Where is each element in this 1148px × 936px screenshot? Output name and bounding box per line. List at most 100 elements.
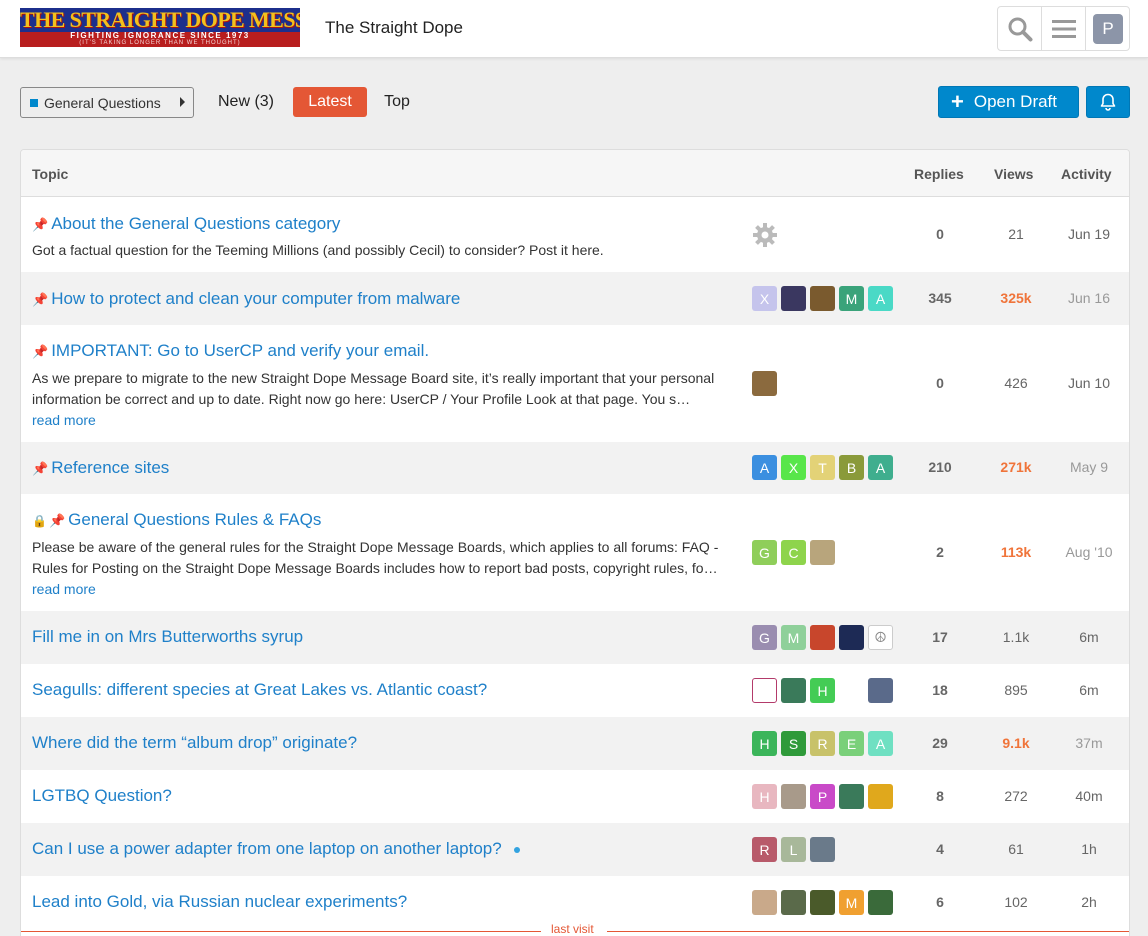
avatar[interactable] <box>781 286 806 311</box>
activity-time[interactable]: Aug '10 <box>1057 544 1121 560</box>
topic-title-link[interactable]: 📌 About the General Questions category <box>32 214 340 234</box>
avatar[interactable]: H <box>752 784 777 809</box>
avatar[interactable]: A <box>752 455 777 480</box>
avatar[interactable]: M <box>839 890 864 915</box>
open-draft-button[interactable]: + Open Draft <box>938 86 1079 118</box>
category-color-swatch <box>30 98 38 107</box>
topic-title-link[interactable]: 📌 Reference sites <box>32 458 169 478</box>
avatar[interactable] <box>810 540 835 565</box>
topic-title-link[interactable]: Where did the term “album drop” originat… <box>32 733 357 753</box>
avatar[interactable]: E <box>839 731 864 756</box>
category-dropdown[interactable]: General Questions <box>20 87 194 118</box>
hamburger-button[interactable] <box>1042 7 1086 50</box>
activity-time[interactable]: Jun 19 <box>1057 226 1121 242</box>
avatar[interactable] <box>839 678 864 703</box>
read-more-link[interactable]: read more <box>32 412 96 428</box>
table-row: Where did the term “album drop” originat… <box>21 717 1129 770</box>
topic-title-link[interactable]: 📌 IMPORTANT: Go to UserCP and verify your… <box>32 341 429 361</box>
topic-title-link[interactable]: Fill me in on Mrs Butterworths syrup <box>32 627 303 647</box>
topic-excerpt: Got a factual question for the Teeming M… <box>32 242 604 258</box>
gear-icon[interactable] <box>752 222 778 248</box>
header-views[interactable]: Views <box>994 166 1033 182</box>
avatar[interactable]: G <box>752 625 777 650</box>
activity-time[interactable]: 40m <box>1057 788 1121 804</box>
avatar[interactable] <box>868 784 893 809</box>
table-row: LGTBQ Question? H P 8 272 40m <box>21 770 1129 823</box>
table-row: Seagulls: different species at Great Lak… <box>21 664 1129 717</box>
avatar[interactable]: H <box>810 678 835 703</box>
avatar[interactable] <box>752 371 777 396</box>
reply-count: 8 <box>936 788 944 804</box>
reply-count: 2 <box>936 544 944 560</box>
topic-title-link[interactable]: Lead into Gold, via Russian nuclear expe… <box>32 892 407 912</box>
user-menu-button[interactable]: P <box>1086 7 1130 50</box>
avatar[interactable] <box>752 890 777 915</box>
avatar[interactable]: B <box>839 455 864 480</box>
avatar[interactable]: A <box>868 731 893 756</box>
activity-time[interactable]: 37m <box>1057 735 1121 751</box>
reply-count: 0 <box>936 226 944 242</box>
avatar[interactable]: X <box>781 455 806 480</box>
avatar[interactable]: X <box>752 286 777 311</box>
search-icon <box>1008 17 1032 41</box>
avatar[interactable] <box>810 625 835 650</box>
reply-count: 4 <box>936 841 944 857</box>
search-button[interactable] <box>998 7 1042 50</box>
header-topic[interactable]: Topic <box>32 166 68 182</box>
avatar[interactable] <box>868 890 893 915</box>
tab-top[interactable]: Top <box>374 87 420 117</box>
avatar[interactable]: R <box>752 837 777 862</box>
site-logo[interactable]: THE STRAIGHT DOPE MESSAGE BOARD FIGHTING… <box>20 8 300 47</box>
avatar[interactable]: G <box>752 540 777 565</box>
avatar[interactable]: T <box>810 455 835 480</box>
avatar[interactable] <box>752 678 777 703</box>
read-more-link[interactable]: read more <box>32 581 96 597</box>
avatar[interactable] <box>810 890 835 915</box>
avatar[interactable]: A <box>868 286 893 311</box>
avatar[interactable]: L <box>781 837 806 862</box>
avatar[interactable]: P <box>810 784 835 809</box>
topic-posters: G M ☮ <box>752 625 897 650</box>
topic-title-link[interactable]: 🔒 📌 General Questions Rules & FAQs <box>32 510 321 530</box>
activity-time[interactable]: Jun 10 <box>1057 375 1121 391</box>
activity-time[interactable]: 6m <box>1057 682 1121 698</box>
activity-time[interactable]: 2h <box>1057 894 1121 910</box>
last-visit-divider <box>21 931 541 932</box>
table-row: 📌 IMPORTANT: Go to UserCP and verify your… <box>21 325 1129 442</box>
peace-icon[interactable]: ☮ <box>868 625 893 650</box>
avatar[interactable] <box>781 678 806 703</box>
avatar[interactable] <box>810 837 835 862</box>
avatar[interactable]: A <box>868 455 893 480</box>
topic-title-link[interactable]: Can I use a power adapter from one lapto… <box>32 839 520 859</box>
activity-time[interactable]: May 9 <box>1057 459 1121 475</box>
header-activity[interactable]: Activity <box>1061 166 1112 182</box>
avatar[interactable] <box>839 784 864 809</box>
avatar[interactable]: R <box>810 731 835 756</box>
tab-new[interactable]: New (3) <box>207 87 285 117</box>
view-count: 895 <box>1004 682 1028 698</box>
topic-title-link[interactable]: Seagulls: different species at Great Lak… <box>32 680 487 700</box>
tab-latest[interactable]: Latest <box>293 87 367 117</box>
activity-time[interactable]: 1h <box>1057 841 1121 857</box>
topic-list: Topic Replies Views Activity 📌 About the … <box>20 149 1130 936</box>
open-draft-label: Open Draft <box>973 92 1058 111</box>
activity-time[interactable]: Jun 16 <box>1057 290 1121 306</box>
avatar[interactable] <box>810 286 835 311</box>
topic-title-link[interactable]: 📌 How to protect and clean your computer … <box>32 289 460 309</box>
avatar[interactable]: C <box>781 540 806 565</box>
avatar[interactable]: M <box>839 286 864 311</box>
activity-time[interactable]: 6m <box>1057 629 1121 645</box>
site-title[interactable]: The Straight Dope <box>325 18 463 38</box>
avatar[interactable] <box>781 784 806 809</box>
avatar[interactable] <box>839 625 864 650</box>
view-count: 1.1k <box>1002 629 1030 645</box>
pin-icon: 📌 <box>32 292 49 307</box>
avatar[interactable]: H <box>752 731 777 756</box>
avatar[interactable]: M <box>781 625 806 650</box>
avatar[interactable] <box>781 890 806 915</box>
avatar[interactable] <box>868 678 893 703</box>
topic-title-link[interactable]: LGTBQ Question? <box>32 786 172 806</box>
header-replies[interactable]: Replies <box>914 166 964 182</box>
avatar[interactable]: S <box>781 731 806 756</box>
notification-button[interactable] <box>1086 86 1130 118</box>
